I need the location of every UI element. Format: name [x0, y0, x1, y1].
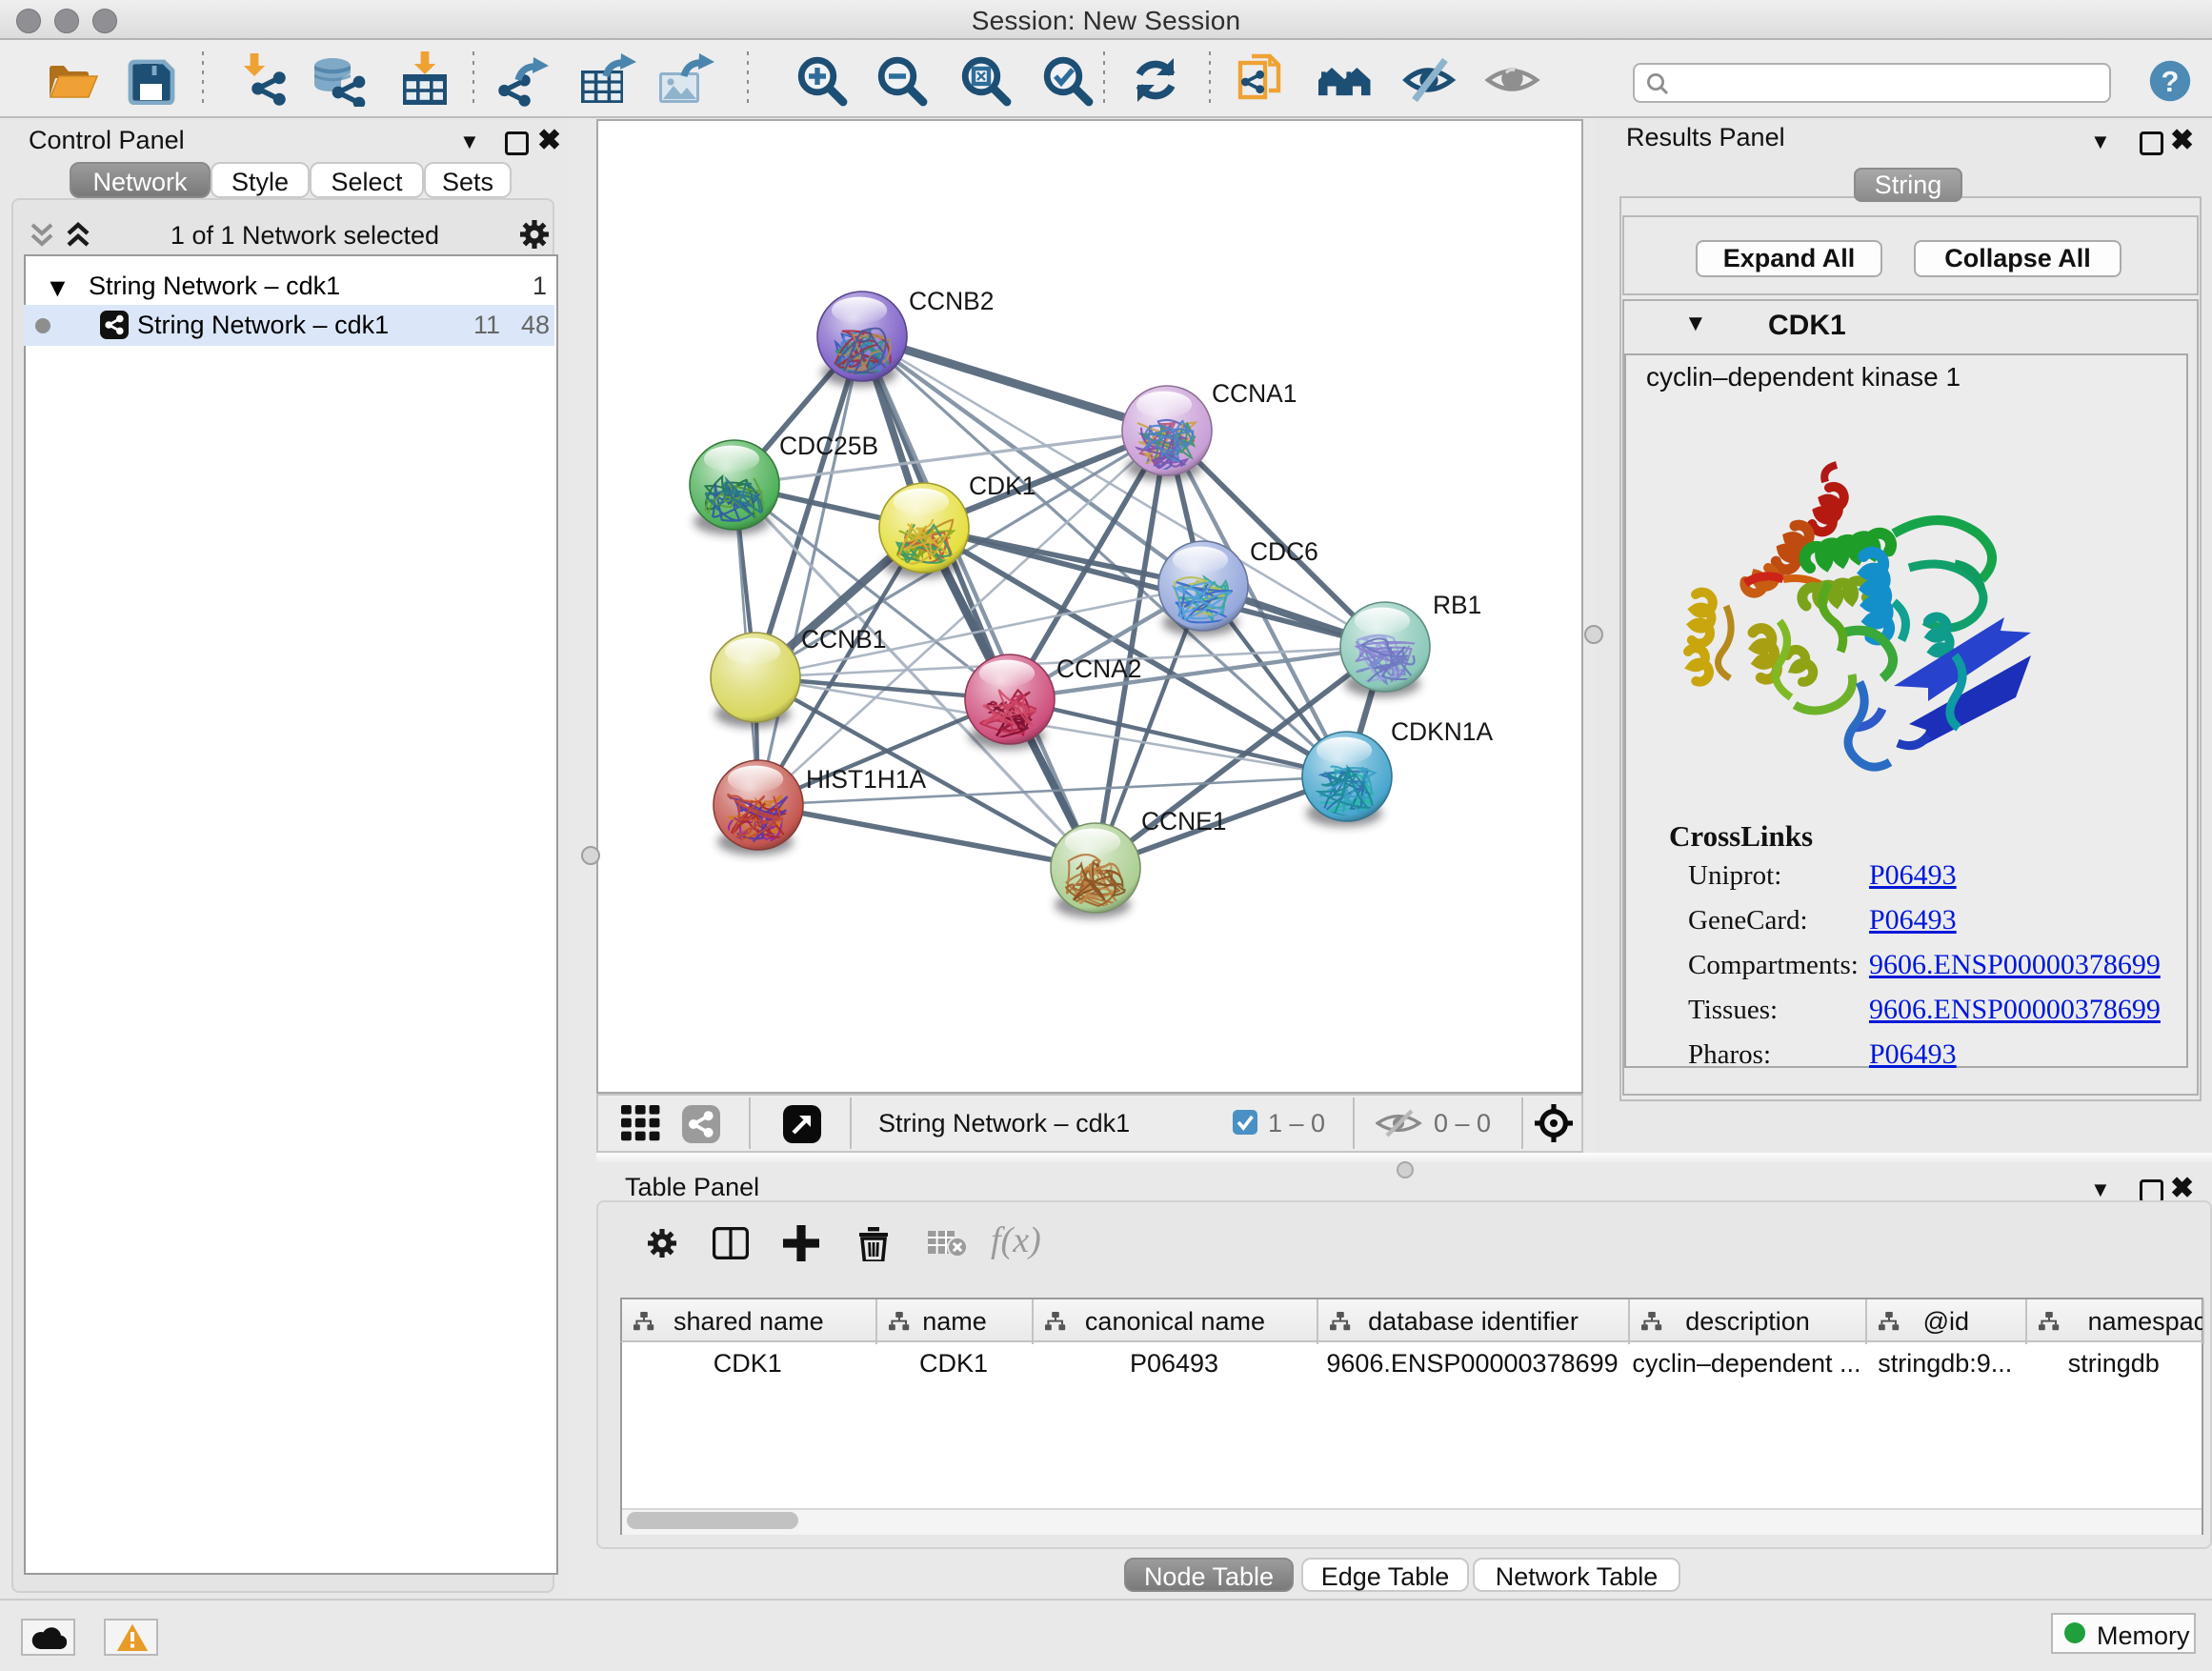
- svg-text:CDK1: CDK1: [969, 472, 1036, 500]
- svg-text:RB1: RB1: [1433, 591, 1481, 619]
- svg-text:CDC6: CDC6: [1250, 537, 1318, 566]
- svg-text:CCNB2: CCNB2: [909, 287, 994, 315]
- svg-text:CCNA2: CCNA2: [1056, 654, 1141, 683]
- svg-text:CCNE1: CCNE1: [1141, 807, 1226, 836]
- svg-text:?: ?: [2162, 65, 2180, 98]
- svg-text:CDKN1A: CDKN1A: [1391, 717, 1493, 746]
- svg-text:CCNB1: CCNB1: [801, 625, 886, 654]
- svg-text:HIST1H1A: HIST1H1A: [806, 765, 927, 794]
- svg-text:CDC25B: CDC25B: [779, 432, 878, 460]
- svg-text:CCNA1: CCNA1: [1212, 379, 1297, 408]
